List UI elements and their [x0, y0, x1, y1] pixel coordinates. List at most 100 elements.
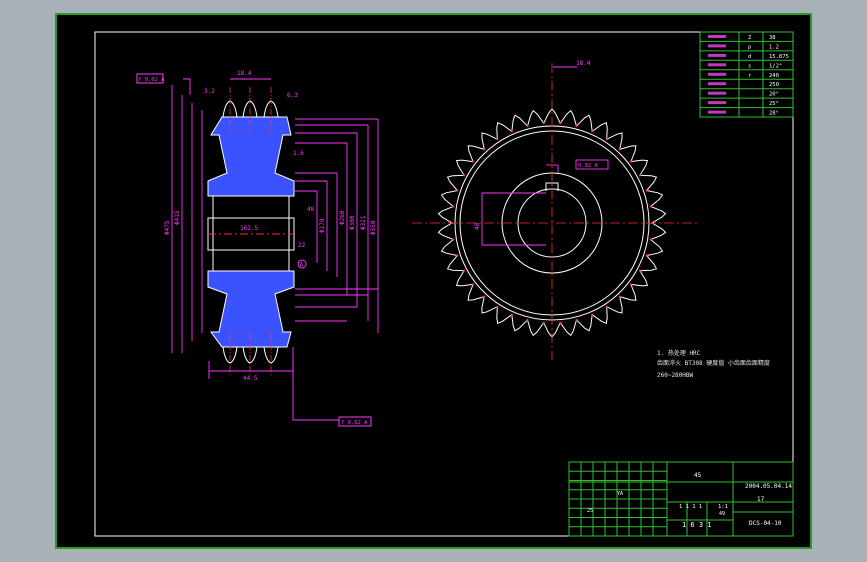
roughness-3: 1.6	[293, 150, 304, 157]
dim-top-width: 18.4	[237, 70, 252, 77]
tooth-root-mark	[618, 295, 621, 298]
note-line-2: 齿面淬火 BT308 硬度值 小齿面齿面精度	[657, 359, 770, 367]
tooth-root-mark	[496, 305, 499, 308]
title-block: 45 2004.05.04.14 17 DCS-04-10 1 6 3 1 1 …	[568, 461, 794, 537]
tooth-root-mark	[629, 283, 633, 286]
param-symbol: r	[748, 73, 752, 79]
param-label-mark	[708, 82, 726, 86]
tooth-root-mark	[645, 254, 648, 257]
tooth-root-mark	[510, 313, 513, 316]
dim-phi-f: Φ170	[319, 218, 326, 233]
param-symbol: d	[748, 54, 751, 60]
tooth-root-mark	[542, 321, 545, 324]
param-symbol: s	[748, 63, 751, 69]
param-label-mark	[708, 110, 726, 114]
param-value: 25°	[769, 101, 779, 107]
tb-scale: 1:1	[718, 504, 728, 510]
tooth-root-mark	[463, 174, 466, 177]
dim-phi-b: Φ350	[370, 220, 377, 235]
roughness-1: 3.2	[204, 88, 215, 95]
tooth-root-mark	[629, 160, 633, 163]
dim-keyway: 22	[298, 242, 306, 249]
tooth-root-mark	[638, 269, 642, 272]
dim-phi-d: Φ300	[349, 215, 356, 230]
tb-date: 2004.05.04.14	[745, 483, 792, 490]
tooth-root-mark	[483, 295, 486, 298]
tooth-root-mark	[483, 148, 486, 151]
drawing-border	[94, 31, 794, 537]
tooth-root-mark	[452, 238, 455, 241]
tb-material: 45	[694, 472, 702, 479]
param-value: 20°	[769, 92, 779, 98]
param-value: 250	[769, 82, 779, 88]
tb-drawing-no: DCS-04-10	[749, 520, 782, 527]
tol-frame-bottom-text: f 0.02 A	[341, 420, 368, 426]
param-label-mark	[708, 44, 726, 48]
tol-frame-center-text: 0.02 A	[578, 163, 599, 169]
tb-weight: 1 6 3 1	[682, 521, 712, 529]
tooth-root-mark	[456, 189, 459, 192]
param-value: 240	[769, 73, 779, 79]
tol-frame-top-text: f 0.02 A	[138, 77, 165, 83]
param-value: 28°	[769, 111, 779, 117]
param-label-mark	[708, 101, 726, 105]
tb-ratio-row: 1 1 1 1	[679, 504, 702, 510]
tooth-root-mark	[645, 189, 648, 192]
sprocket-front-view: 48 18.4 0.02 A	[412, 60, 697, 360]
tooth-root-mark	[649, 238, 652, 241]
tb-mark-25: 25	[587, 508, 593, 514]
tooth-root-mark	[472, 283, 475, 286]
tooth-root-mark	[452, 205, 455, 208]
section-view: 18.4 44.5 48 22 162.5 Φ475 Φ415 Φ350 Φ32…	[136, 70, 379, 427]
tooth-root-mark	[618, 148, 621, 151]
dim-phi-outer: Φ475	[164, 220, 171, 235]
roughness-2: 6.3	[287, 92, 298, 99]
param-label-mark	[708, 35, 726, 38]
front-dim-width: 18.4	[576, 60, 591, 67]
dim-phi-c: Φ321	[360, 215, 367, 230]
tooth-root-mark	[463, 269, 466, 272]
tooth-root-mark	[605, 305, 608, 308]
note-line-3: 260~280HBW	[657, 372, 694, 379]
tooth-root-mark	[510, 130, 513, 133]
tb-mark-ya: YA	[617, 491, 623, 497]
drawing-canvas: 18.4 44.5 48 22 162.5 Φ475 Φ415 Φ350 Φ32…	[55, 13, 812, 549]
tooth-root-mark	[591, 313, 594, 316]
param-label-mark	[708, 91, 726, 95]
param-value: 15.875	[769, 54, 789, 60]
tooth-root-mark	[496, 138, 499, 141]
parameter-table: Z 38 p 1.2 d 15.875 s 1/2" r 240 250 20° 25° 28°	[699, 31, 794, 118]
front-dim-bore: 48	[474, 222, 481, 230]
param-symbol: Z	[748, 35, 752, 41]
technical-notes: 1. 热处理 HRC 齿面淬火 BT308 硬度值 小齿面齿面精度 260~28…	[657, 349, 770, 379]
tooth-root-mark	[575, 125, 578, 128]
param-label-mark	[708, 63, 726, 67]
param-symbol: p	[748, 44, 751, 50]
dim-width-total: 162.5	[240, 225, 258, 232]
tooth-root-mark	[605, 138, 608, 141]
drawing-svg: 18.4 44.5 48 22 162.5 Φ475 Φ415 Φ350 Φ32…	[94, 31, 794, 537]
tooth-root-mark	[526, 125, 529, 128]
param-label-mark	[708, 53, 726, 57]
dim-phi-a: Φ415	[174, 210, 181, 225]
tb-sheet-count: 17	[757, 496, 765, 503]
param-value: 1/2"	[769, 63, 782, 69]
datum-label: A	[300, 262, 304, 269]
param-value: 1.2	[769, 44, 779, 50]
tooth-root-mark	[649, 205, 652, 208]
tooth-root-mark	[638, 174, 642, 177]
note-line-1: 1. 热处理 HRC	[657, 349, 701, 357]
tooth-root-mark	[456, 254, 459, 257]
dim-phi-e: Φ260	[339, 210, 346, 225]
tooth-root-mark	[526, 318, 529, 321]
tb-mark-49: 49	[719, 511, 725, 517]
tooth-root-mark	[472, 160, 475, 163]
dim-bore: 48	[307, 206, 315, 213]
param-value: 38	[769, 35, 776, 41]
param-label-mark	[708, 72, 726, 76]
tooth-root-mark	[559, 122, 562, 125]
tooth-root-mark	[575, 318, 578, 321]
tooth-root-mark	[559, 321, 562, 324]
tooth-root-mark	[591, 130, 594, 133]
dim-hub-width: 44.5	[243, 375, 258, 382]
